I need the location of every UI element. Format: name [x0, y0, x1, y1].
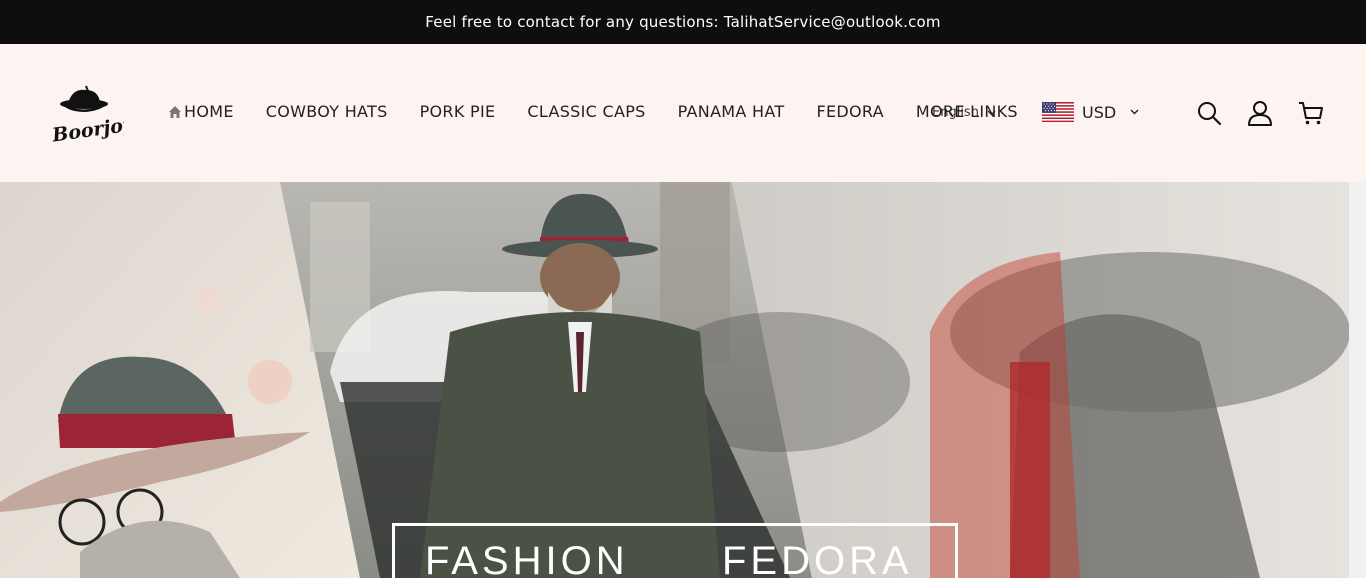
chevron-down-icon — [987, 110, 996, 115]
nav-fedora[interactable]: FEDORA — [816, 102, 883, 121]
us-flag-icon — [1042, 102, 1074, 122]
announcement-bar: Feel free to contact for any questions: … — [0, 0, 1366, 44]
language-value: English — [932, 105, 979, 120]
boorjoy-logo[interactable]: Boorjoy — [48, 82, 137, 147]
hero-title-word2: FEDORA — [722, 539, 913, 578]
nav-panama-hat[interactable]: PANAMA HAT — [678, 102, 785, 121]
cart-icon[interactable] — [1298, 100, 1324, 126]
nav-home-label: HOME — [184, 102, 234, 121]
account-icon[interactable] — [1247, 100, 1273, 126]
nav-classic-caps[interactable]: CLASSIC CAPS — [527, 102, 645, 121]
hero-title-word1: FASHION — [425, 539, 629, 578]
currency-selector[interactable]: USD — [1042, 102, 1139, 122]
currency-value: USD — [1082, 102, 1117, 122]
language-selector[interactable]: English — [932, 105, 996, 120]
search-icon[interactable] — [1196, 100, 1222, 126]
announcement-text: Feel free to contact for any questions: … — [425, 13, 941, 31]
chevron-down-icon — [1130, 109, 1139, 115]
logo-hat-icon: Boorjoy — [50, 85, 137, 147]
nav-home[interactable]: HOME — [168, 102, 234, 121]
hero-image — [0, 182, 1349, 578]
site-header: Boorjoy HOME COWBOY HATS PORK PIE CLASSI… — [0, 44, 1366, 182]
nav-pork-pie[interactable]: PORK PIE — [420, 102, 496, 121]
main-nav: HOME COWBOY HATS PORK PIE CLASSIC CAPS P… — [168, 102, 1018, 121]
logo-wordmark: Boorjoy — [50, 113, 124, 144]
hero-banner[interactable]: FASHION FEDORA — [0, 182, 1349, 578]
page-scrollbar[interactable] — [1349, 182, 1366, 578]
nav-cowboy-hats[interactable]: COWBOY HATS — [266, 102, 388, 121]
home-icon — [169, 105, 181, 118]
header-icons — [1196, 100, 1324, 126]
